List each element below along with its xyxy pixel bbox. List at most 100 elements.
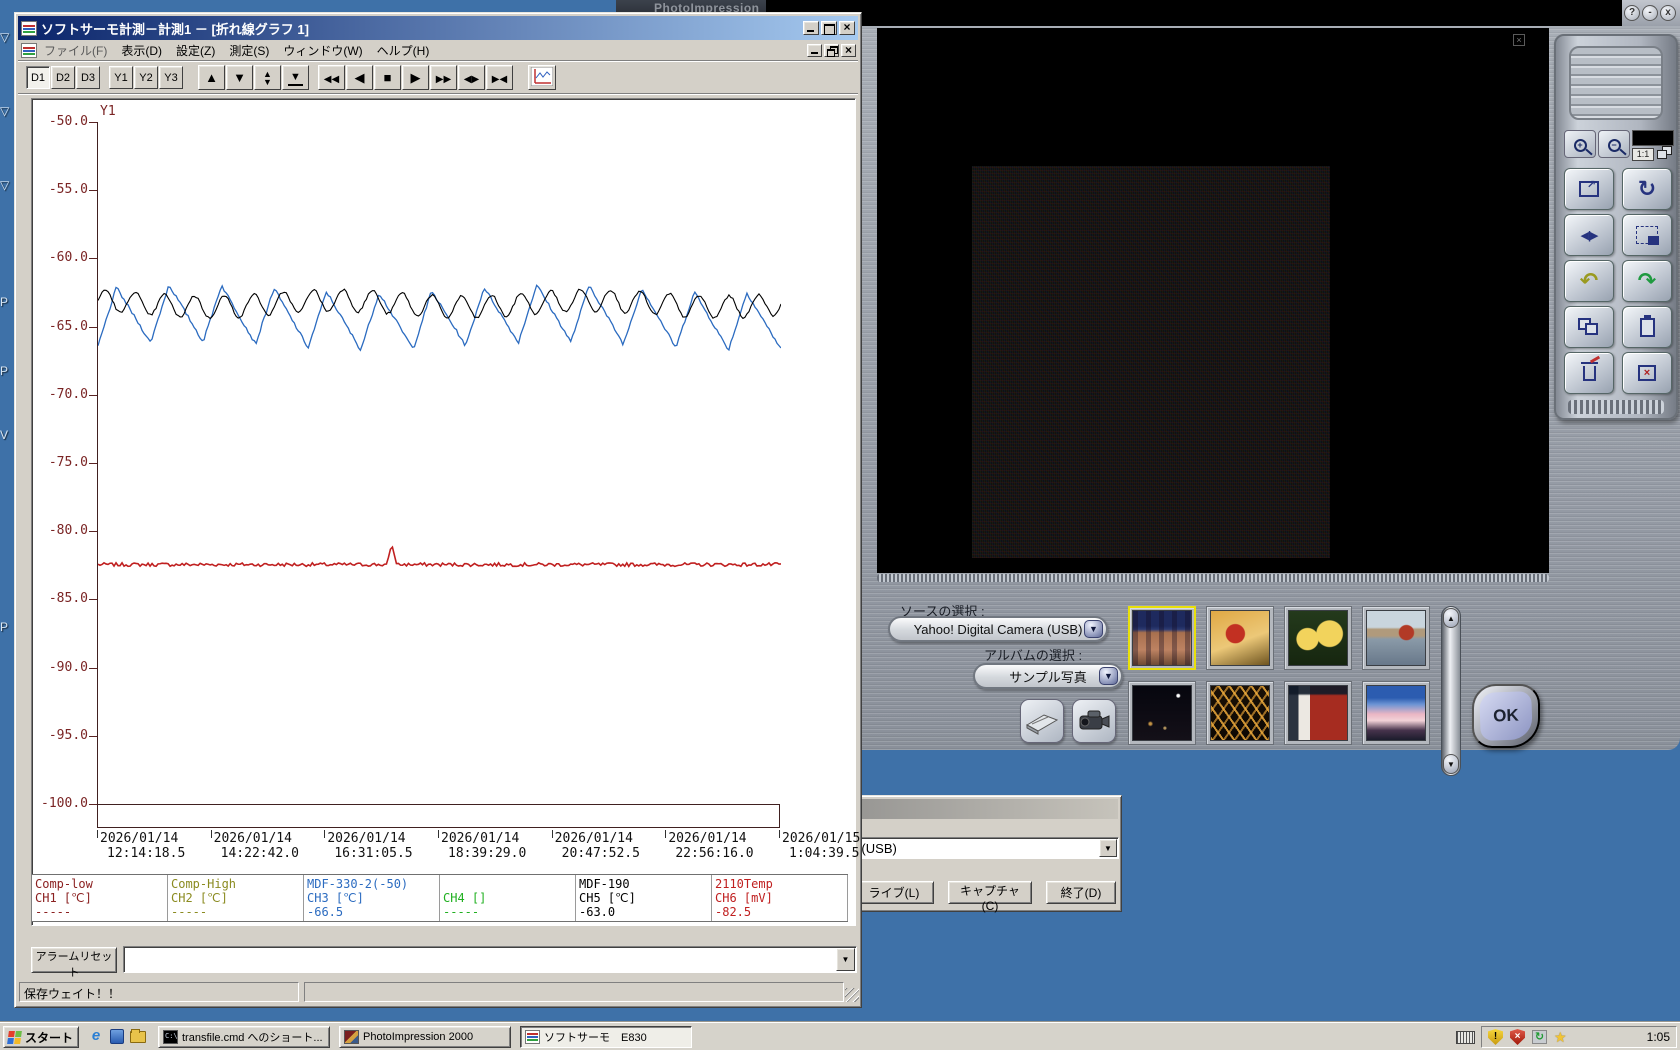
desktop-icon-fragment[interactable]: ▽	[0, 30, 14, 44]
desktop-icon-fragment[interactable]: P	[0, 295, 14, 309]
security-warning-icon[interactable]: !	[1488, 1029, 1503, 1045]
redo-button[interactable]: ↷	[1622, 260, 1672, 302]
star-icon[interactable]: ★	[1554, 1029, 1567, 1046]
folder-icon[interactable]	[130, 1031, 146, 1043]
menu-view[interactable]: 表示(D)	[114, 40, 169, 61]
menu-file[interactable]: ファイル(F)	[37, 40, 114, 61]
dialog-button-3[interactable]: 終了(D)	[1046, 881, 1116, 904]
toolbar-y2-button[interactable]: Y2	[134, 66, 158, 89]
album-select-dropdown[interactable]: サンプル写真 ▼	[973, 663, 1123, 689]
desktop-icon-fragment[interactable]: ▽	[0, 178, 14, 192]
menu-measure[interactable]: 測定(S)	[222, 40, 276, 61]
security-alert-icon[interactable]: ×	[1510, 1029, 1525, 1045]
actual-size-button[interactable]: 1:1	[1632, 148, 1654, 161]
help-button[interactable]: ?	[1624, 5, 1640, 21]
menu-settings[interactable]: 設定(Z)	[169, 40, 222, 61]
ok-button[interactable]: OK	[1472, 684, 1540, 748]
taskbar-task-3[interactable]: ソフトサーモ E830	[520, 1026, 692, 1048]
photo-thumbnail-sunset-clouds[interactable]	[1362, 681, 1430, 745]
mdi-child-icon[interactable]	[21, 43, 37, 58]
update-icon[interactable]: ↻	[1532, 1030, 1547, 1044]
photo-thumbnail-gold-weave[interactable]	[1206, 681, 1274, 745]
photo-thumbnail-harbor-town[interactable]	[1362, 606, 1430, 670]
taskbar-task-2[interactable]: PhotoImpression 2000	[339, 1026, 511, 1048]
scroll-up-arrow[interactable]: ▲	[1443, 608, 1459, 628]
resize-button[interactable]: ↗	[1564, 168, 1614, 210]
x-tick-date: 2026/01/14	[668, 831, 746, 846]
mdi-close-button[interactable]	[841, 44, 856, 57]
zoom-in-button[interactable]: +	[1564, 130, 1596, 158]
desktop-icon-fragment[interactable]: V	[0, 428, 14, 442]
desktop-icon-fragment[interactable]: P	[0, 620, 14, 634]
internet-explorer-icon[interactable]: e	[88, 1028, 104, 1044]
dialog-button-1[interactable]: ライブ(L)	[854, 881, 934, 904]
rewind-button[interactable]: ◀◀	[318, 65, 345, 90]
scroll-down-button[interactable]: ▼	[226, 65, 253, 90]
chevron-down-icon[interactable]: ▼	[1084, 620, 1103, 638]
toolbar-y1-button[interactable]: Y1	[109, 66, 133, 89]
scroll-up-button[interactable]: ▲	[198, 65, 225, 90]
close-button[interactable]	[839, 21, 855, 35]
toolbar-d1-button[interactable]: D1	[26, 66, 50, 89]
alarm-reset-button[interactable]: アラームリセット	[31, 947, 117, 973]
scroll-down-arrow[interactable]: ▼	[1443, 754, 1459, 774]
crop-rotate-button[interactable]	[1622, 214, 1672, 256]
photo-thumbnail-night-city[interactable]	[1128, 681, 1196, 745]
alarm-message-combobox[interactable]: ▼	[123, 946, 857, 973]
source-select-dropdown[interactable]: Yahoo! Digital Camera (USB) ▼	[888, 616, 1108, 642]
taskbar-task-1[interactable]: transfile.cmd へのショート...	[158, 1026, 330, 1048]
dialog-button-2[interactable]: キャプチャ(C)	[948, 881, 1032, 904]
palette-grip[interactable]	[1569, 46, 1663, 120]
x-tick-date: 2026/01/15	[782, 831, 860, 846]
step-back-button[interactable]: ◀	[346, 65, 373, 90]
expand-vertical-button[interactable]: ▲▼	[254, 65, 281, 90]
start-button[interactable]: スタート	[3, 1026, 79, 1048]
menu-help[interactable]: ヘルプ(H)	[370, 40, 437, 61]
zoom-out-button[interactable]: −	[1598, 130, 1630, 158]
undo-button[interactable]: ↶	[1564, 260, 1614, 302]
mdi-minimize-button[interactable]	[807, 44, 822, 57]
toolbar-d3-button[interactable]: D3	[76, 66, 100, 89]
menu-window[interactable]: ウィンドウ(W)	[276, 40, 369, 61]
compress-horizontal-button[interactable]: ▶◀	[486, 65, 513, 90]
keyboard-layout-icon[interactable]	[1456, 1031, 1475, 1044]
chevron-down-icon[interactable]: ▼	[1099, 839, 1117, 857]
cascade-windows-icon[interactable]	[1657, 146, 1674, 161]
close-button[interactable]: x	[1660, 5, 1676, 21]
desktop-icon-fragment[interactable]: ▽	[0, 104, 14, 118]
rotate-button[interactable]: ↻	[1622, 168, 1672, 210]
expand-horizontal-button[interactable]: ◀▶	[458, 65, 485, 90]
chevron-down-icon[interactable]: ▼	[1099, 667, 1118, 685]
time-range-box[interactable]	[97, 804, 780, 828]
photo-thumbnail-rock-spires[interactable]	[1128, 606, 1196, 670]
mail-icon[interactable]	[110, 1029, 124, 1044]
flip-button[interactable]: ◀|▶	[1564, 214, 1614, 256]
chevron-down-icon[interactable]: ▼	[836, 948, 855, 971]
mdi-restore-button[interactable]	[824, 44, 839, 57]
graph-settings-button[interactable]	[528, 65, 556, 90]
resize-grip[interactable]	[845, 988, 859, 1002]
preview-close-icon[interactable]: ×	[1513, 34, 1525, 46]
minimize-button[interactable]: -	[1642, 5, 1658, 21]
clock[interactable]: 1:05	[1647, 1030, 1670, 1044]
maximize-button[interactable]	[821, 21, 837, 35]
compress-vertical-button[interactable]: ▼	[282, 65, 309, 90]
titlebar[interactable]: ソフトサーモ計測－計測1 － [折れ線グラフ 1]	[18, 16, 858, 40]
toolbar-y3-button[interactable]: Y3	[159, 66, 183, 89]
delete-button[interactable]	[1564, 352, 1614, 394]
photo-thumbnail-yellow-flowers[interactable]	[1284, 606, 1352, 670]
toolbar-d2-button[interactable]: D2	[51, 66, 75, 89]
scanner-button[interactable]	[1020, 699, 1064, 743]
step-forward-button[interactable]: ▶	[402, 65, 429, 90]
copy-button[interactable]	[1564, 306, 1614, 348]
photo-thumbnail-cardinal-bird[interactable]	[1206, 606, 1274, 670]
fast-forward-button[interactable]: ▶▶	[430, 65, 457, 90]
stop-button[interactable]: ■	[374, 65, 401, 90]
desktop-icon-fragment[interactable]: P	[0, 364, 14, 378]
close-image-button[interactable]: ×	[1622, 352, 1672, 394]
camera-button[interactable]	[1072, 699, 1116, 743]
paste-button[interactable]	[1622, 306, 1672, 348]
minimize-button[interactable]	[803, 21, 819, 35]
thumbnail-scrollbar[interactable]: ▲ ▼	[1441, 606, 1461, 776]
photo-thumbnail-lighthouse-ship[interactable]	[1284, 681, 1352, 745]
